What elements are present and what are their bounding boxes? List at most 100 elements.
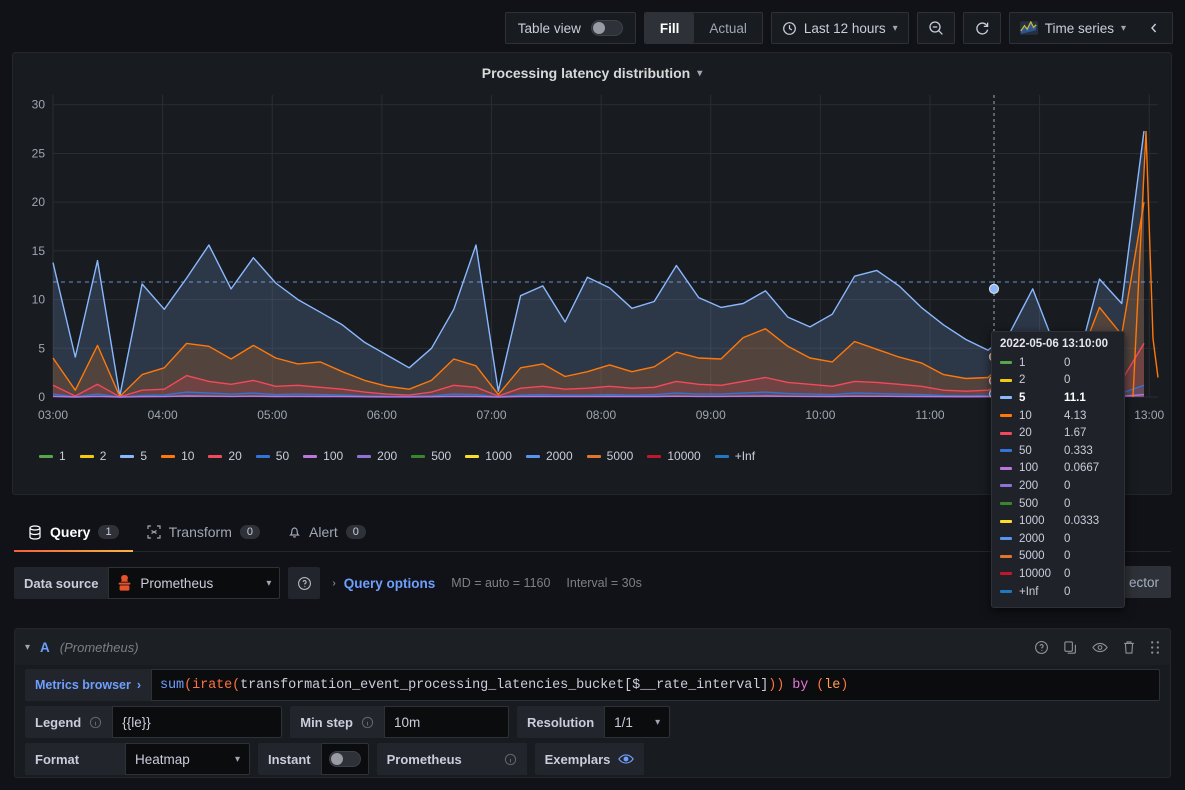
legend-swatch [465, 454, 480, 458]
tooltip-rows: 1 0 2 0 5 11.1 10 4.13 20 1.67 50 0.333 100 0.0667 200… [1000, 354, 1116, 600]
visualization-group: Time series ▾ [1008, 12, 1173, 44]
tab-query[interactable]: Query 1 [14, 524, 133, 552]
query-ref-id[interactable]: A [40, 640, 50, 655]
expr-token: ) [840, 677, 849, 693]
legend-item[interactable]: 2000 [525, 449, 573, 463]
expr-token: sum [160, 677, 185, 693]
datasource-value: Prometheus [140, 575, 214, 591]
tooltip-series-value: 0.0333 [1064, 515, 1100, 528]
table-view-label: Table view [517, 20, 581, 36]
legend-label: +Inf [734, 449, 756, 463]
tooltip-series-name: +Inf [1019, 585, 1039, 598]
tooltip-series-name: 1 [1019, 356, 1026, 369]
metrics-browser-button[interactable]: Metrics browser › [25, 669, 152, 701]
legend-item[interactable]: 10 [161, 449, 194, 463]
panel-header[interactable]: Processing latency distribution ▾ [13, 53, 1171, 85]
table-view-group: Table view [504, 12, 636, 44]
zoom-out-group [916, 12, 955, 44]
tooltip-series-name: 50 [1019, 444, 1032, 457]
legend-item[interactable]: 50 [255, 449, 290, 463]
legend-label: 1 [59, 449, 66, 463]
builder-code-selector[interactable]: ector [1116, 566, 1171, 598]
chevron-left-icon [1147, 21, 1161, 35]
min-step-input[interactable]: 10m [383, 706, 509, 738]
legend-label: 50 [275, 449, 290, 463]
resolution-select[interactable]: 1/1 ▾ [604, 706, 671, 738]
collapse-options-button[interactable] [1136, 13, 1172, 43]
tooltip-row: 20 1.67 [1000, 424, 1116, 442]
tab-query-label: Query [50, 524, 91, 540]
time-range-picker[interactable]: Last 12 hours ▾ [772, 13, 908, 43]
legend-swatch [120, 454, 135, 458]
viz-type-picker[interactable]: Time series ▾ [1010, 13, 1136, 43]
resolution-field: Resolution 1/1 ▾ [516, 706, 671, 738]
legend-item[interactable]: 10000 [647, 449, 701, 463]
tab-alert[interactable]: Alert 0 [274, 524, 380, 551]
legend-label: 5000 [606, 449, 634, 463]
exemplars-datasource-label: Prometheus [376, 743, 527, 775]
legend-item[interactable]: 2 [79, 449, 106, 463]
table-view-toggle[interactable] [590, 20, 623, 36]
fill-button[interactable]: Fill [644, 13, 695, 43]
datasource-select[interactable]: Prometheus ▾ [108, 567, 281, 599]
exemplars-eye-icon[interactable] [618, 752, 635, 766]
tab-transform-label: Transform [168, 524, 232, 540]
tooltip-row: 20 [1000, 372, 1116, 390]
refresh-button[interactable] [964, 13, 1000, 43]
legend-item[interactable]: 5000 [586, 449, 634, 463]
datasource-help-button[interactable] [288, 567, 321, 599]
tooltip-series-value: 0 [1064, 479, 1071, 492]
chevron-down-icon[interactable]: ▾ [697, 68, 702, 79]
query-hide-eye-icon[interactable] [1092, 640, 1108, 655]
tooltip-row: 100 0.0667 [1000, 460, 1116, 478]
legend-item[interactable]: 1 [39, 449, 66, 463]
tooltip-row: 5 11.1 [1000, 389, 1116, 407]
query-expression-row: Metrics browser › sum(irate(transformati… [25, 669, 1160, 701]
y-tick-label: 25 [32, 146, 46, 160]
legend-item[interactable]: 100 [303, 449, 343, 463]
query-editor-card: ▾ A (Prometheus) Metrics browser › sum (… [14, 628, 1171, 778]
query-options-toggle[interactable]: › Query options [332, 576, 435, 591]
actual-button[interactable]: Actual [694, 13, 762, 43]
max-datapoints-text: MD = auto = 1160 [451, 576, 551, 590]
series-tooltip: 2022-05-06 13:10:00 1 0 2 0 5 11.1 10 4.13 20 1.6… [991, 331, 1125, 609]
x-tick-label: 09:00 [696, 408, 726, 422]
chevron-right-icon: › [136, 678, 142, 692]
min-step-label-text: Min step [300, 714, 353, 730]
exemplars-field: Exemplars [534, 743, 645, 775]
query-delete-icon[interactable] [1122, 640, 1136, 655]
query-options-label: Query options [343, 575, 436, 591]
expr-token: irate [192, 677, 233, 693]
format-select[interactable]: Heatmap ▾ [125, 743, 250, 775]
instant-toggle-box [320, 743, 369, 775]
tooltip-series-name: 1000 [1019, 515, 1045, 528]
query-expression-input[interactable]: sum(irate(transformation_event_processin… [151, 669, 1160, 701]
query-collapse-chevron-icon[interactable]: ▾ [25, 642, 30, 653]
tooltip-swatch [1000, 431, 1012, 435]
tooltip-swatch [1000, 466, 1012, 470]
format-label: Format [25, 743, 125, 775]
format-value: Heatmap [135, 751, 190, 767]
instant-toggle[interactable] [328, 751, 361, 767]
legend-item[interactable]: 1000 [465, 449, 512, 463]
focus-point-5 [988, 283, 1000, 294]
legend-item[interactable]: +Inf [714, 449, 756, 463]
query-drag-handle-icon[interactable] [1150, 640, 1160, 655]
query-datasource-name: (Prometheus) [59, 639, 139, 655]
legend-item[interactable]: 500 [411, 449, 451, 463]
legend-item[interactable]: 20 [208, 449, 242, 463]
x-tick-label: 03:00 [38, 408, 68, 422]
legend-swatch [357, 454, 372, 458]
query-help-icon[interactable] [1034, 640, 1049, 655]
tooltip-series-value: 0 [1064, 532, 1071, 545]
zoom-out-button[interactable] [918, 13, 954, 43]
query-duplicate-icon[interactable] [1063, 640, 1078, 655]
legend-item[interactable]: 5 [120, 449, 147, 463]
legend-item[interactable]: 200 [357, 449, 397, 463]
legend-input[interactable]: {{le}} [112, 706, 283, 738]
x-tick-label: 06:00 [367, 408, 397, 422]
expr-token: le [824, 677, 841, 693]
tab-transform[interactable]: Transform 0 [133, 524, 274, 551]
metrics-browser-label: Metrics browser [35, 678, 131, 692]
tooltip-series-name: 20 [1019, 427, 1032, 440]
